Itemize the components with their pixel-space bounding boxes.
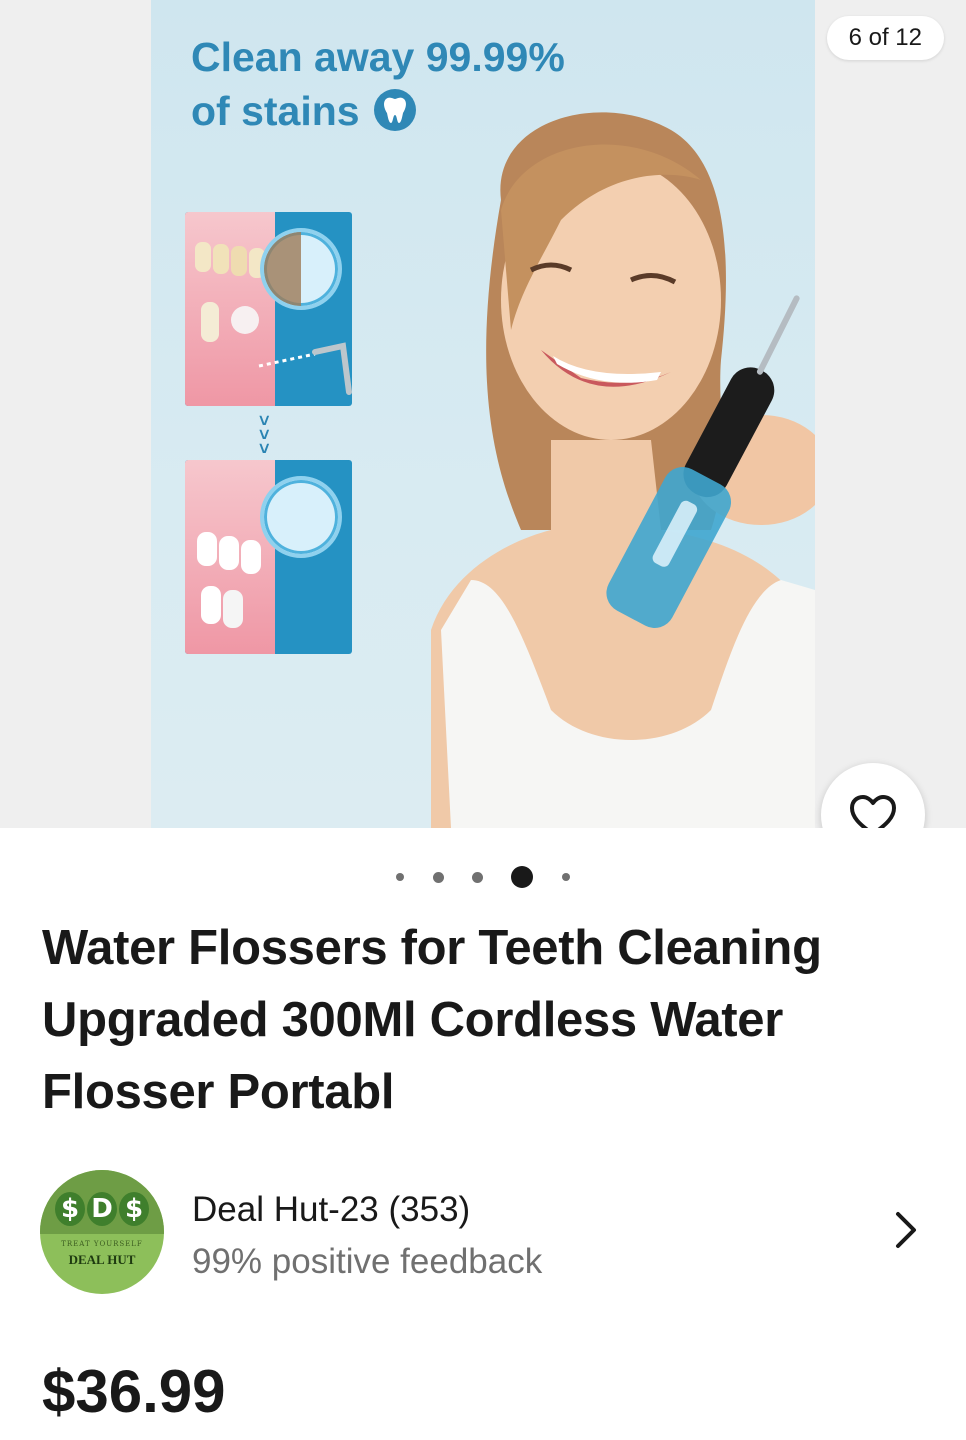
- clean-tooth-magnifier: [260, 476, 342, 558]
- image-pagination: [0, 866, 966, 896]
- seller-logo-name: DEAL HUT: [68, 1252, 136, 1267]
- before-cleaning-panel: [185, 212, 352, 406]
- pagination-dot[interactable]: [432, 871, 444, 883]
- seller-logo-letters: $ D $: [40, 1192, 164, 1226]
- pagination-dot[interactable]: [561, 873, 570, 881]
- image-counter: 6 of 12: [826, 16, 944, 60]
- headline-line-2: of stains: [191, 88, 360, 134]
- seller-feedback: 99% positive feedback: [192, 1242, 543, 1281]
- pagination-dot[interactable]: [396, 873, 405, 881]
- tooth-icon: [373, 89, 416, 132]
- headline-line-1: Clean away 99.99%: [191, 34, 565, 80]
- seller-name[interactable]: Deal Hut-23 (353): [192, 1188, 470, 1232]
- image-gallery[interactable]: Clean away 99.99% of stains ˅ ˅ ˅ 6 of 1…: [0, 0, 966, 828]
- stained-tooth-magnifier: [260, 228, 342, 310]
- woman-using-flosser-illustration: [431, 112, 815, 828]
- seller-logo-tagline: TREAT YOURSELF: [61, 1240, 143, 1248]
- watch-button[interactable]: [821, 763, 925, 828]
- seller-logo: $ D $ TREAT YOURSELF DEAL HUT: [40, 1170, 164, 1294]
- heart-icon: [850, 795, 896, 828]
- listing-price: $36.99: [42, 1358, 226, 1425]
- listing-title: Water Flossers for Teeth Cleaning Upgrad…: [42, 921, 822, 1119]
- pagination-dot[interactable]: [472, 871, 483, 883]
- seller-info-row[interactable]: $ D $ TREAT YOURSELF DEAL HUT Deal Hut-23 …: [0, 1160, 966, 1300]
- chevron-right-icon[interactable]: [892, 1210, 920, 1250]
- arrows-down-icon: ˅ ˅ ˅: [259, 411, 270, 459]
- pagination-dot-active[interactable]: [511, 866, 534, 888]
- product-image[interactable]: Clean away 99.99% of stains ˅ ˅ ˅: [151, 0, 815, 828]
- after-cleaning-panel: [185, 460, 352, 654]
- water-jet-illustration: [258, 342, 352, 395]
